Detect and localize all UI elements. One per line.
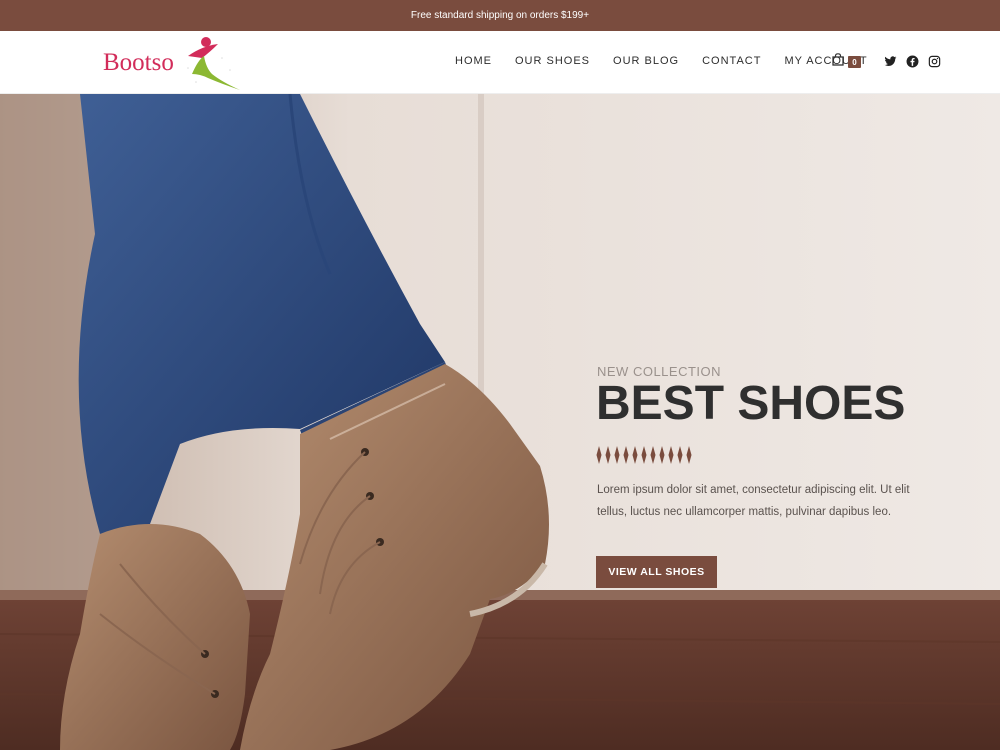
hero-headline: BEST SHOES [596,377,906,430]
nav-item-our-shoes[interactable]: OUR SHOES [515,55,590,67]
hero-banner: NEW COLLECTION BEST SHOES Lorem ipsum do… [0,94,1000,750]
facebook-icon[interactable] [906,55,919,68]
site-logo[interactable]: Bootso [100,34,260,92]
main-nav: HOME OUR SHOES OUR BLOG CONTACT MY ACCOU… [455,55,891,67]
site-header: Bootso HOME OUR SHOES OUR BLOG CONTACT M… [0,31,1000,94]
logo-figure-icon [187,37,240,90]
hero-description: Lorem ipsum dolor sit amet, consectetur … [597,484,910,518]
shipping-notice: Free standard shipping on orders $199+ [410,10,590,21]
nav-item-home[interactable]: HOME [455,55,492,67]
nav-item-contact[interactable]: CONTACT [702,55,761,67]
shopping-bag-icon [832,53,844,66]
cart-count-badge: 0 [848,56,861,68]
shipping-banner: Free standard shipping on orders $199+ [0,0,1000,31]
logo-text: Bootso [103,49,174,76]
instagram-icon[interactable] [928,55,941,68]
decorative-divider-icon [596,446,692,464]
view-all-shoes-button[interactable]: VIEW ALL SHOES [596,556,717,588]
nav-item-our-blog[interactable]: OUR BLOG [613,55,679,67]
twitter-icon[interactable] [884,55,897,68]
cart-button[interactable]: 0 [832,53,862,71]
